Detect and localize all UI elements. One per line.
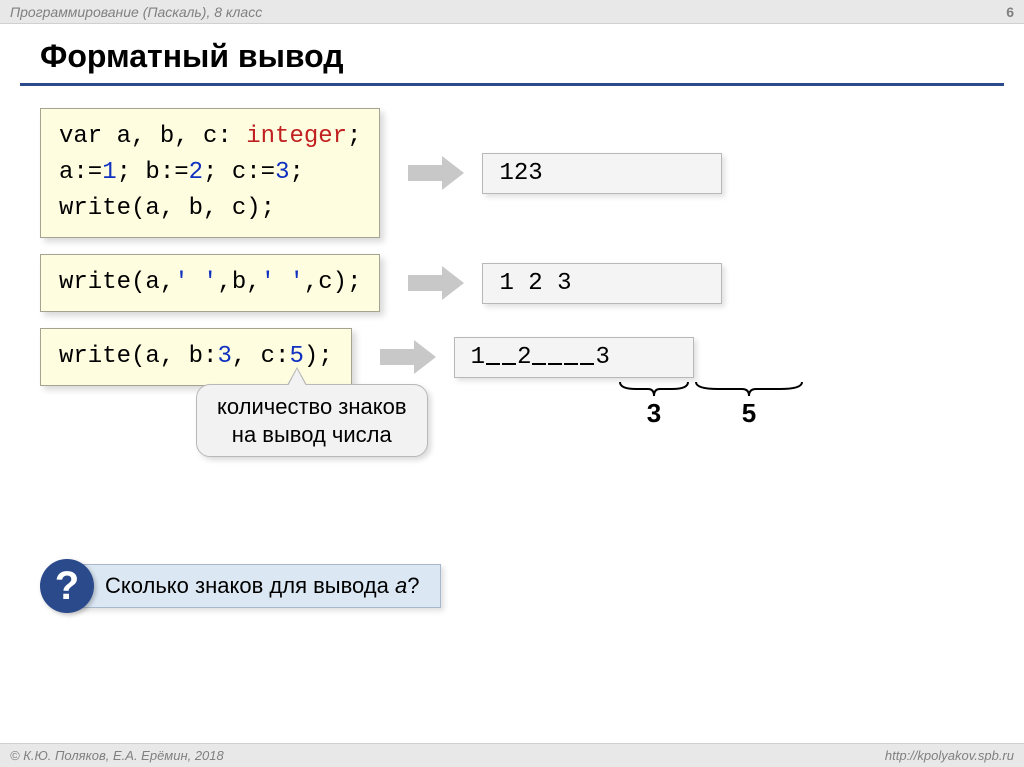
- footer-copyright: © К.Ю. Поляков, Е.А. Ерёмин, 2018: [10, 748, 224, 763]
- page-number: 6: [1006, 4, 1014, 20]
- number-literal: 1: [102, 159, 116, 186]
- code-text: ,b,: [217, 269, 260, 296]
- title-underline: [20, 83, 1004, 86]
- out-part: 3: [595, 344, 609, 371]
- output-box-3: 1 2 3: [454, 337, 694, 378]
- code-text: write(a,: [59, 269, 174, 296]
- out-part: 1: [471, 344, 485, 371]
- brace-annotations: 3 5: [618, 380, 984, 429]
- number-literal: 3: [217, 343, 231, 370]
- header-subject: Программирование (Паскаль), 8 класс: [10, 4, 262, 20]
- number-literal: 3: [275, 159, 289, 186]
- example-row-3: write(a, b:3, c:5); 123: [40, 328, 984, 386]
- space-marker: [580, 351, 594, 365]
- output-box-1: 123: [482, 153, 722, 194]
- arrow-icon: [380, 340, 436, 374]
- slide-footer: © К.Ю. Поляков, Е.А. Ерёмин, 2018 http:/…: [0, 743, 1024, 767]
- space-marker: [532, 351, 546, 365]
- footer-url: http://kpolyakov.spb.ru: [885, 748, 1014, 763]
- arrow-icon: [408, 266, 464, 300]
- question-box: Сколько знаков для вывода a?: [74, 564, 441, 608]
- space-marker: [502, 351, 516, 365]
- example-row-1: var a, b, c: integer; a:=1; b:=2; c:=3; …: [40, 108, 984, 238]
- string-literal: ' ': [174, 269, 217, 296]
- code-text: var a, b, c:: [59, 123, 232, 150]
- code-block-2: write(a,' ',b,' ',c);: [40, 254, 380, 312]
- slide-header: Программирование (Паскаль), 8 класс 6: [0, 0, 1024, 24]
- brace-label: 3: [618, 398, 690, 429]
- number-literal: 5: [289, 343, 303, 370]
- callout-line: на вывод числа: [217, 421, 407, 449]
- code-block-1: var a, b, c: integer; a:=1; b:=2; c:=3; …: [40, 108, 380, 238]
- question-text: ?: [407, 573, 419, 598]
- example-row-2: write(a,' ',b,' ',c); 1 2 3: [40, 254, 984, 312]
- question-var: a: [395, 573, 407, 598]
- code-text: write(a, b:: [59, 343, 217, 370]
- code-text: ;: [289, 159, 303, 186]
- brace-label: 5: [694, 398, 804, 429]
- page-title: Форматный вывод: [0, 24, 1024, 83]
- brace-3: 3: [618, 380, 690, 429]
- callout-bubble: количество знаков на вывод числа: [196, 384, 428, 457]
- string-literal: ' ': [261, 269, 304, 296]
- output-box-2: 1 2 3: [482, 263, 722, 304]
- content-area: var a, b, c: integer; a:=1; b:=2; c:=3; …: [0, 108, 1024, 613]
- code-text: ; c:=: [203, 159, 275, 186]
- space-marker: [548, 351, 562, 365]
- question-mark-badge: ?: [40, 559, 94, 613]
- semicolon: ;: [347, 123, 361, 150]
- code-text: ; b:=: [117, 159, 189, 186]
- brace-5: 5: [694, 380, 804, 429]
- code-text: write(a, b, c);: [59, 195, 275, 222]
- callout-line: количество знаков: [217, 393, 407, 421]
- code-text: a:=: [59, 159, 102, 186]
- code-text: );: [304, 343, 333, 370]
- out-part: 2: [517, 344, 531, 371]
- space-marker: [564, 351, 578, 365]
- question-text: Сколько знаков для вывода: [105, 573, 395, 598]
- code-text: ,c);: [304, 269, 362, 296]
- code-text: , c:: [232, 343, 290, 370]
- arrow-icon: [408, 156, 464, 190]
- question-row: ? Сколько знаков для вывода a?: [40, 559, 984, 613]
- number-literal: 2: [189, 159, 203, 186]
- space-marker: [486, 351, 500, 365]
- type-keyword: integer: [232, 123, 347, 150]
